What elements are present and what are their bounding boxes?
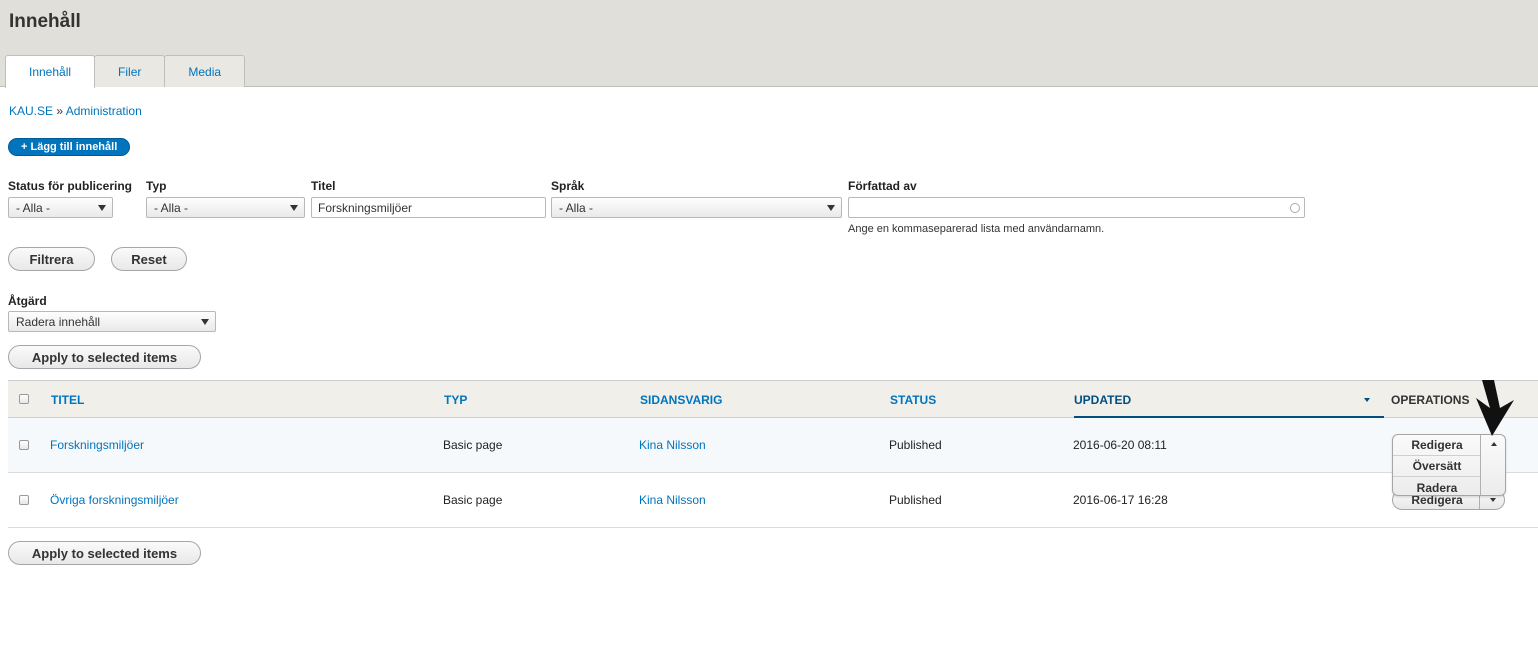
- dropdown-delete[interactable]: Radera: [1393, 477, 1481, 498]
- page-title: Innehåll: [9, 11, 81, 32]
- row-owner-link[interactable]: Kina Nilsson: [639, 493, 706, 507]
- sort-desc-icon: [1364, 398, 1370, 402]
- dropdown-edit[interactable]: Redigera: [1393, 435, 1481, 456]
- column-header-status[interactable]: STATUS: [890, 393, 936, 407]
- tab-media[interactable]: Media: [164, 55, 246, 87]
- row-owner-link[interactable]: Kina Nilsson: [639, 438, 706, 452]
- table-header: TITEL TYP SIDANSVARIG STATUS UPDATED OPE…: [8, 380, 1538, 418]
- bulk-action-label: Åtgärd: [8, 294, 47, 308]
- dropdown-translate[interactable]: Översätt: [1393, 456, 1481, 477]
- filter-button[interactable]: Filtrera: [8, 247, 95, 271]
- column-header-type[interactable]: TYP: [444, 393, 467, 407]
- add-content-button[interactable]: + Lägg till innehåll: [8, 138, 131, 156]
- bulk-action-select[interactable]: Radera innehåll: [8, 311, 216, 332]
- author-filter-input[interactable]: [848, 197, 1305, 218]
- type-filter-value: - Alla -: [154, 200, 189, 215]
- language-filter-label: Språk: [551, 179, 585, 193]
- row-type: Basic page: [443, 438, 503, 452]
- bulk-action-value: Radera innehåll: [16, 314, 101, 329]
- row-status: Published: [889, 493, 942, 507]
- primary-tabs: Innehåll Filer Media: [5, 55, 246, 88]
- row-checkbox[interactable]: [19, 440, 29, 450]
- column-header-updated[interactable]: UPDATED: [1074, 393, 1131, 407]
- column-header-owner[interactable]: SIDANSVARIG: [640, 393, 722, 407]
- author-filter-label: Författad av: [848, 179, 917, 193]
- reset-button[interactable]: Reset: [111, 247, 187, 271]
- apply-selected-button-top[interactable]: Apply to selected items: [8, 345, 201, 369]
- column-header-title[interactable]: TITEL: [51, 393, 84, 407]
- chevron-down-icon: [98, 205, 106, 211]
- annotation-arrow-icon: [1476, 380, 1514, 436]
- breadcrumb-administration[interactable]: Administration: [66, 104, 142, 118]
- operations-toggle[interactable]: [1480, 435, 1505, 495]
- operations-dropdown: Redigera Översätt Radera: [1392, 434, 1506, 496]
- select-all-checkbox[interactable]: [19, 394, 29, 404]
- row-title-link[interactable]: Övriga forskningsmiljöer: [50, 493, 179, 507]
- status-filter-value: - Alla -: [16, 200, 51, 215]
- language-filter-value: - Alla -: [559, 200, 594, 215]
- row-updated: 2016-06-20 08:11: [1073, 438, 1167, 452]
- status-filter-select[interactable]: - Alla -: [8, 197, 113, 218]
- row-updated: 2016-06-17 16:28: [1073, 493, 1168, 507]
- apply-selected-button-bottom[interactable]: Apply to selected items: [8, 541, 201, 565]
- row-status: Published: [889, 438, 942, 452]
- type-filter-select[interactable]: - Alla -: [146, 197, 305, 218]
- tab-innehall[interactable]: Innehåll: [5, 55, 96, 88]
- chevron-down-icon: [1490, 498, 1496, 502]
- chevron-down-icon: [201, 319, 209, 325]
- chevron-up-icon: [1491, 442, 1497, 446]
- tab-filer[interactable]: Filer: [94, 55, 166, 87]
- row-title-link[interactable]: Forskningsmiljöer: [50, 438, 144, 452]
- table-row: Övriga forskningsmiljöer Basic page Kina…: [8, 473, 1538, 528]
- column-header-operations: OPERATIONS: [1391, 393, 1470, 407]
- chevron-down-icon: [290, 205, 298, 211]
- page-header: Innehåll Innehåll Filer Media: [0, 0, 1538, 88]
- status-filter-label: Status för publicering: [8, 179, 133, 193]
- type-filter-label: Typ: [146, 179, 167, 193]
- breadcrumb-separator: »: [56, 104, 64, 118]
- author-filter-help: Ange en kommaseparerad lista med använda…: [848, 223, 1105, 235]
- title-filter-label: Titel: [311, 179, 336, 193]
- chevron-down-icon: [827, 205, 835, 211]
- breadcrumb-home[interactable]: KAU.SE: [9, 104, 53, 118]
- breadcrumb: KAU.SE » Administration: [9, 104, 142, 118]
- language-filter-select[interactable]: - Alla -: [551, 197, 842, 218]
- table-row: Forskningsmiljöer Basic page Kina Nilsso…: [8, 418, 1538, 473]
- title-filter-input[interactable]: Forskningsmiljöer: [311, 197, 546, 218]
- row-type: Basic page: [443, 493, 503, 507]
- autocomplete-throbber-icon: [1290, 203, 1300, 213]
- row-checkbox[interactable]: [19, 495, 29, 505]
